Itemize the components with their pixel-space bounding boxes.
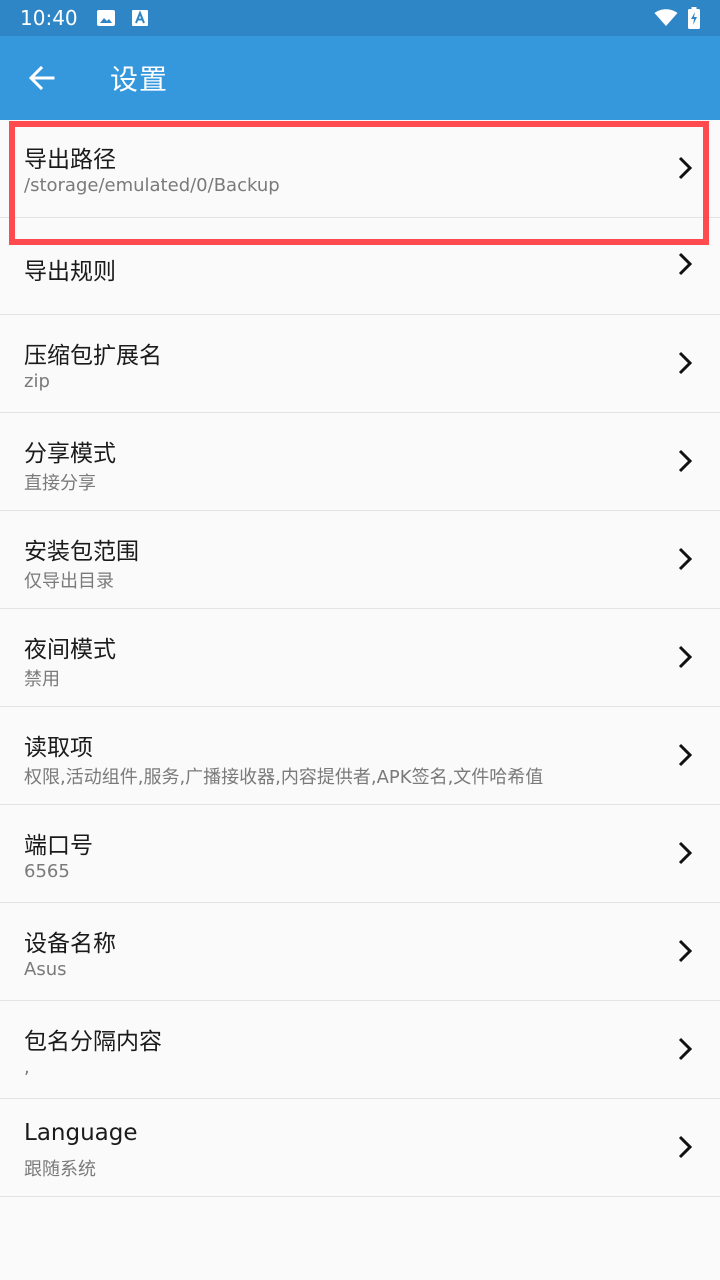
setting-archive-extension[interactable]: 压缩包扩展名 zip xyxy=(0,315,720,413)
chevron-right-icon xyxy=(678,252,693,276)
status-time: 10:40 xyxy=(20,6,78,30)
setting-export-rule[interactable]: 导出规则 xyxy=(0,218,720,315)
setting-package-separator[interactable]: 包名分隔内容 , xyxy=(0,1001,720,1099)
setting-title: 读取项 xyxy=(24,735,93,761)
app-bar: 设置 xyxy=(0,36,720,120)
setting-night-mode[interactable]: 夜间模式 禁用 xyxy=(0,609,720,707)
setting-read-items[interactable]: 读取项 权限,活动组件,服务,广播接收器,内容提供者,APK签名,文件哈希值 xyxy=(0,707,720,805)
chevron-right-icon xyxy=(678,1135,693,1159)
setting-title: Language xyxy=(24,1120,138,1146)
setting-package-scope[interactable]: 安装包范围 仅导出目录 xyxy=(0,511,720,609)
setting-share-mode[interactable]: 分享模式 直接分享 xyxy=(0,413,720,511)
setting-subtitle: 直接分享 xyxy=(24,473,96,494)
setting-port[interactable]: 端口号 6565 xyxy=(0,805,720,903)
setting-subtitle: 仅导出目录 xyxy=(24,571,114,592)
chevron-right-icon xyxy=(678,449,693,473)
setting-title: 包名分隔内容 xyxy=(24,1029,162,1055)
setting-title: 安装包范围 xyxy=(24,539,139,565)
setting-subtitle: , xyxy=(24,1057,30,1078)
setting-title: 导出规则 xyxy=(24,259,116,285)
setting-title: 导出路径 xyxy=(24,147,116,173)
page-title: 设置 xyxy=(110,63,169,96)
setting-title: 压缩包扩展名 xyxy=(24,343,162,369)
chevron-right-icon xyxy=(678,841,693,865)
setting-device-name[interactable]: 设备名称 Asus xyxy=(0,903,720,1001)
setting-title: 分享模式 xyxy=(24,441,116,467)
setting-subtitle: Asus xyxy=(24,959,67,980)
setting-subtitle: /storage/emulated/0/Backup xyxy=(24,175,280,196)
setting-subtitle: 权限,活动组件,服务,广播接收器,内容提供者,APK签名,文件哈希值 xyxy=(24,767,544,788)
wifi-icon xyxy=(654,9,678,26)
arrow-left-icon xyxy=(28,65,55,91)
setting-title: 端口号 xyxy=(24,833,93,859)
setting-subtitle: 跟随系统 xyxy=(24,1159,96,1180)
a-icon xyxy=(131,10,148,26)
status-bar: 10:40 xyxy=(0,0,720,36)
setting-title: 夜间模式 xyxy=(24,637,116,663)
chevron-right-icon xyxy=(678,351,693,375)
chevron-right-icon xyxy=(678,547,693,571)
image-icon xyxy=(96,10,115,26)
setting-language[interactable]: Language 跟随系统 xyxy=(0,1099,720,1197)
chevron-right-icon xyxy=(678,156,693,180)
chevron-right-icon xyxy=(678,645,693,669)
battery-charging-icon xyxy=(688,7,700,29)
chevron-right-icon xyxy=(678,939,693,963)
chevron-right-icon xyxy=(678,1037,693,1061)
setting-subtitle: 禁用 xyxy=(24,669,60,690)
chevron-right-icon xyxy=(678,743,693,767)
setting-export-path[interactable]: 导出路径 /storage/emulated/0/Backup xyxy=(0,120,720,218)
setting-subtitle: 6565 xyxy=(24,861,70,882)
setting-subtitle: zip xyxy=(24,371,50,392)
setting-title: 设备名称 xyxy=(24,931,116,957)
back-button[interactable] xyxy=(14,50,70,106)
